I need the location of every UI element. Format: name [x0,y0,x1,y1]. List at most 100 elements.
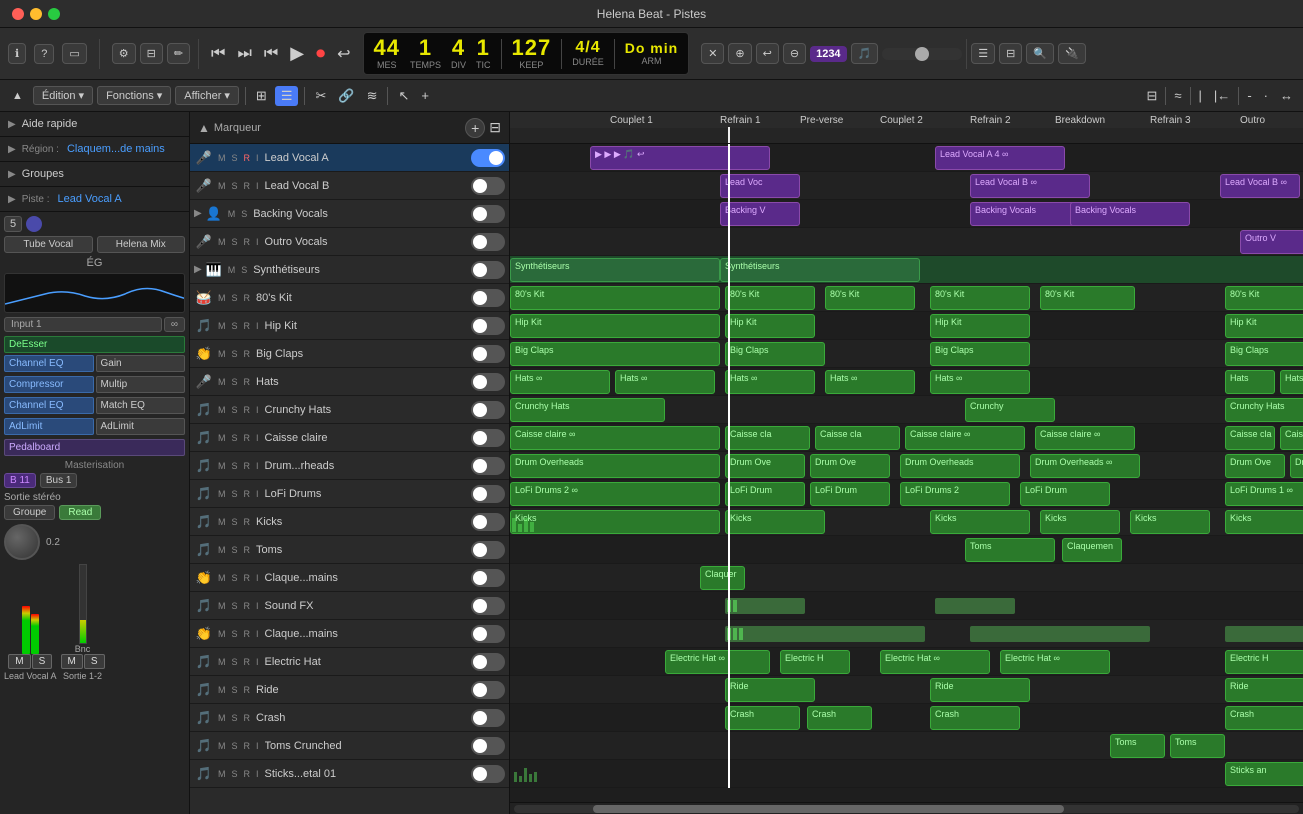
clip-lofi-2[interactable]: LoFi Drum [725,482,805,506]
track-toggle-5[interactable] [471,261,505,279]
mute-6[interactable]: M [216,293,228,303]
zoom-fit-icon[interactable]: ⊟ [1142,86,1161,106]
add-icon[interactable]: + [417,86,433,105]
input-2[interactable]: I [254,181,261,191]
mute-right-btn[interactable]: M [61,654,83,669]
clip-soundfx-1[interactable] [725,598,805,614]
track-row-9[interactable]: 🎤 M S R Hats [190,368,509,396]
clip-caisse-4[interactable]: Caisse claire ∞ [905,426,1025,450]
clip-kicks-3[interactable]: Kicks [930,510,1030,534]
clip-lofi-5[interactable]: LoFi Drum [1020,482,1110,506]
add-track-btn[interactable]: + [465,118,485,138]
minimize-button[interactable] [30,8,42,20]
track-toggle-3[interactable] [471,205,505,223]
clip-kicks-4[interactable]: Kicks [1040,510,1120,534]
solo-right-btn[interactable]: S [84,654,105,669]
input-10[interactable]: I [254,405,261,415]
zoom-out-icon[interactable]: - [1243,86,1255,105]
clip-synth-1[interactable]: Synthétiseurs [510,258,720,282]
track-row-5[interactable]: ▶ 🎹 M S Synthétiseurs [190,256,509,284]
clip-caisse-5[interactable]: Caisse claire ∞ [1035,426,1135,450]
clip-bigclaps-2[interactable]: Big Claps [725,342,825,366]
rec-1[interactable]: R [242,153,253,163]
rec-2[interactable]: R [242,181,253,191]
grid-icon[interactable]: ⊞ [252,86,271,106]
clip-hipkit-4[interactable]: Hip Kit [1225,314,1303,338]
track-toggle-1[interactable] [471,149,505,167]
track-row-20[interactable]: 🎵 M S R Ride [190,676,509,704]
plugin-multip[interactable]: Multip [96,376,186,393]
clip-caisse-3[interactable]: Caisse cla [815,426,900,450]
plugin-pedalboard[interactable]: Pedalboard [4,439,185,456]
mixer-btn[interactable]: ⊟ [140,43,163,64]
mute-9[interactable]: M [216,377,228,387]
mute-23[interactable]: M [216,769,228,779]
grid-options-icon[interactable]: ⊟ [489,119,501,136]
track-row-8[interactable]: 👏 M S R Big Claps [190,340,509,368]
mute-3[interactable]: M [226,209,238,219]
link-icon[interactable]: 🔗 [334,86,358,106]
solo-9[interactable]: S [230,377,240,387]
clip-hipkit-3[interactable]: Hip Kit [930,314,1030,338]
track-row-15[interactable]: 🎵 M S R Toms [190,536,509,564]
clip-80kit-5[interactable]: 80's Kit [1040,286,1135,310]
clip-tomscr-2[interactable]: Toms [1170,734,1225,758]
wave-icon[interactable]: ≋ [363,86,382,106]
clip-claque18-2[interactable] [970,626,1150,642]
plugin-btn[interactable]: 🔌 [1058,43,1086,64]
clip-80kit-6[interactable]: 80's Kit [1225,286,1303,310]
track-toggle-4[interactable] [471,233,505,251]
solo-3[interactable]: S [239,209,249,219]
clip-drumoh-3[interactable]: Drum Ove [810,454,890,478]
mute-17[interactable]: M [216,601,228,611]
list-view-btn[interactable]: ☰ [971,43,995,64]
clip-drumoh-2[interactable]: Drum Ove [725,454,805,478]
mute-20[interactable]: M [216,685,228,695]
plugin-adlimit2[interactable]: AdLimit [96,418,186,435]
clip-kicks-5[interactable]: Kicks [1130,510,1210,534]
track-row-13[interactable]: 🎵 M S R I LoFi Drums [190,480,509,508]
mute-7[interactable]: M [216,321,228,331]
mute-13[interactable]: M [216,489,228,499]
mute-2[interactable]: M [216,181,228,191]
track-toggle-7[interactable] [471,317,505,335]
mute-22[interactable]: M [216,741,228,751]
rec-8[interactable]: R [242,349,253,359]
rec-6[interactable]: R [242,293,253,303]
clip-lead-b-2[interactable]: Lead Vocal B ∞ [970,174,1090,198]
navigate-up-btn[interactable]: ▲ [6,88,29,104]
clip-lofi-6[interactable]: LoFi Drums 1 ∞ [1225,482,1303,506]
clip-hats-5[interactable]: Hats ∞ [930,370,1030,394]
input-1[interactable]: I [254,153,261,163]
plugin-gain[interactable]: Gain [96,355,186,372]
solo-12[interactable]: S [230,461,240,471]
to-start-btn[interactable]: ⏮ [260,43,282,65]
track-toggle-22[interactable] [471,737,505,755]
solo-15[interactable]: S [230,545,240,555]
solo-14[interactable]: S [230,517,240,527]
rec-17[interactable]: R [242,601,253,611]
rec-18[interactable]: R [242,629,253,639]
plugin-match-eq[interactable]: Match EQ [96,397,186,414]
navigate-up-icon[interactable]: ▲ [198,121,210,135]
track-toggle-6[interactable] [471,289,505,307]
track-toggle-16[interactable] [471,569,505,587]
clip-caisse-1[interactable]: Caisse claire ∞ [510,426,720,450]
clip-drumoh-1[interactable]: Drum Overheads [510,454,720,478]
clip-80kit-4[interactable]: 80's Kit [930,286,1030,310]
clip-hipkit-2[interactable]: Hip Kit [725,314,815,338]
groupe-btn[interactable]: Groupe [4,505,55,520]
clip-lead-b-1[interactable]: Lead Voc [720,174,800,198]
clip-hats-6[interactable]: Hats [1225,370,1275,394]
track-row-19[interactable]: 🎵 M S R I Electric Hat [190,648,509,676]
input-18[interactable]: I [254,629,261,639]
clip-electrichat-5[interactable]: Electric H [1225,650,1303,674]
rec-16[interactable]: R [242,573,253,583]
track-row-16[interactable]: 👏 M S R I Claque...mains [190,564,509,592]
input-19[interactable]: I [254,657,261,667]
clip-crash-2[interactable]: Crash [807,706,872,730]
solo-8[interactable]: S [230,349,240,359]
rewind-btn[interactable]: ⏮ [207,43,229,65]
snap-icon[interactable]: | [1195,86,1206,105]
channel-name-btn[interactable]: Tube Vocal [4,236,93,253]
